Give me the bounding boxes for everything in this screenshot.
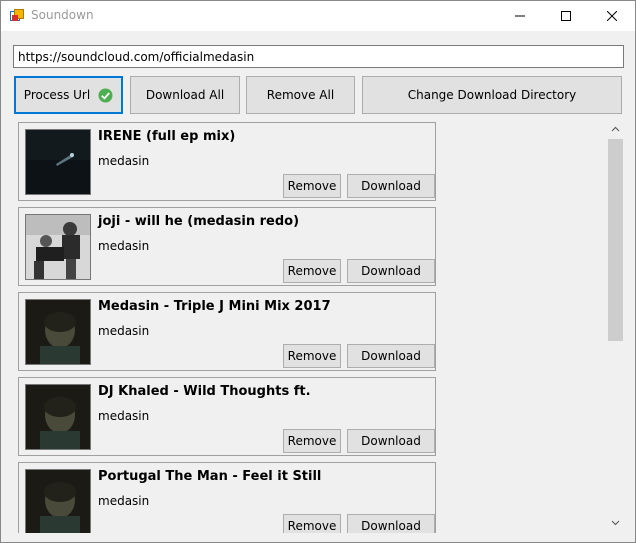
close-icon [607, 11, 617, 21]
download-label: Download [361, 264, 421, 278]
scroll-down-icon[interactable] [611, 518, 620, 527]
track-title: DJ Khaled - Wild Thoughts ft. [98, 384, 311, 399]
check-icon [98, 88, 113, 102]
remove-button[interactable]: Remove [283, 259, 341, 283]
maximize-icon [561, 11, 571, 21]
track-title: Portugal The Man - Feel it Still [98, 469, 322, 484]
remove-button[interactable]: Remove [283, 514, 341, 533]
track-artist: medasin [98, 409, 150, 423]
track-artwork [25, 214, 91, 280]
track-artwork [25, 299, 91, 365]
scroll-up-icon[interactable] [611, 125, 620, 134]
vertical-scrollbar[interactable] [607, 119, 624, 533]
process-url-label: Process Url [23, 88, 91, 102]
track-card: Portugal The Man - Feel it Still medasin… [18, 462, 436, 533]
download-button[interactable]: Download [347, 514, 435, 533]
remove-label: Remove [287, 434, 337, 448]
track-artist: medasin [98, 494, 150, 508]
remove-label: Remove [287, 179, 337, 193]
download-label: Download [361, 434, 421, 448]
track-title: Medasin - Triple J Mini Mix 2017 [98, 299, 331, 314]
maximize-button[interactable] [543, 1, 589, 31]
app-icon [10, 9, 24, 21]
process-url-button[interactable]: Process Url [14, 76, 123, 114]
app-window: Soundown Process Url Download All Remove… [0, 0, 636, 543]
minimize-icon [515, 15, 525, 17]
download-all-label: Download All [145, 88, 225, 102]
download-button[interactable]: Download [347, 429, 435, 453]
download-label: Download [361, 349, 421, 363]
remove-label: Remove [287, 519, 337, 533]
track-artist: medasin [98, 239, 150, 253]
track-artist: medasin [98, 154, 150, 168]
download-all-button[interactable]: Download All [130, 76, 240, 114]
remove-label: Remove [287, 349, 337, 363]
track-title: IRENE (full ep mix) [98, 129, 236, 144]
track-artwork [25, 129, 91, 195]
track-list[interactable]: IRENE (full ep mix) medasin Remove Downl… [14, 119, 608, 533]
track-card: DJ Khaled - Wild Thoughts ft. medasin Re… [18, 377, 436, 456]
track-card: joji - will he (medasin redo) medasin Re… [18, 207, 436, 286]
track-title: joji - will he (medasin redo) [98, 214, 300, 229]
download-button[interactable]: Download [347, 174, 435, 198]
download-label: Download [361, 519, 421, 533]
minimize-button[interactable] [497, 1, 543, 31]
close-button[interactable] [589, 1, 635, 31]
track-card: Medasin - Triple J Mini Mix 2017 medasin… [18, 292, 436, 371]
remove-button[interactable]: Remove [283, 174, 341, 198]
url-input[interactable] [13, 45, 624, 68]
track-artwork [25, 469, 91, 533]
download-label: Download [361, 179, 421, 193]
change-directory-button[interactable]: Change Download Directory [362, 76, 622, 114]
change-directory-label: Change Download Directory [407, 88, 577, 102]
download-button[interactable]: Download [347, 344, 435, 368]
remove-button[interactable]: Remove [283, 429, 341, 453]
window-title: Soundown [31, 8, 94, 22]
remove-all-label: Remove All [266, 88, 335, 102]
remove-label: Remove [287, 264, 337, 278]
remove-button[interactable]: Remove [283, 344, 341, 368]
track-artist: medasin [98, 324, 150, 338]
track-artwork [25, 384, 91, 450]
scroll-thumb[interactable] [608, 139, 623, 341]
track-card: IRENE (full ep mix) medasin Remove Downl… [18, 122, 436, 201]
title-bar[interactable]: Soundown [1, 1, 635, 31]
download-button[interactable]: Download [347, 259, 435, 283]
remove-all-button[interactable]: Remove All [246, 76, 355, 114]
